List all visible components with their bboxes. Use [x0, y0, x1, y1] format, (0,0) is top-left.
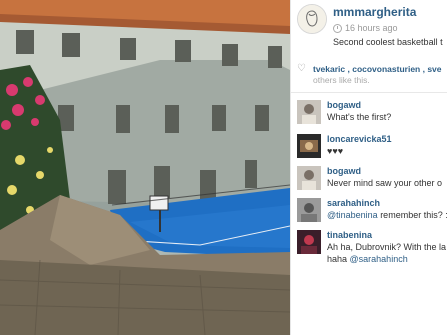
- comment-body: haha: [327, 254, 350, 264]
- avatar-image: [297, 100, 321, 124]
- avatar-image: [297, 198, 321, 222]
- divider: [291, 92, 447, 93]
- comment-username[interactable]: tinabenina: [327, 230, 372, 240]
- commenter-avatar[interactable]: [297, 230, 321, 254]
- comment-username[interactable]: bogawd: [327, 166, 361, 176]
- comment-username[interactable]: loncarevicka51: [327, 134, 392, 144]
- basketball-court-photo: [0, 0, 290, 335]
- mention-link[interactable]: @tinabenina: [327, 210, 378, 220]
- comment: sarahahinch @tinabenina remember this? :: [297, 198, 447, 234]
- comment-text: Never mind saw your other o: [327, 178, 443, 188]
- comment-text-line2: haha @sarahahinch: [327, 254, 408, 264]
- heart-icon[interactable]: ♡: [297, 63, 306, 74]
- commenter-avatar[interactable]: [297, 198, 321, 222]
- comment-text: ♥♥♥: [327, 146, 344, 156]
- post-sidebar: mmmargherita 16 hours ago Second coolest…: [290, 0, 447, 335]
- comment-text: @tinabenina remember this? :: [327, 210, 447, 220]
- commenter-avatar[interactable]: [297, 134, 321, 158]
- avatar-image: [297, 134, 321, 158]
- owner-username[interactable]: mmmargherita: [333, 5, 416, 19]
- mention-link[interactable]: @sarahahinch: [350, 254, 408, 264]
- post-timestamp: 16 hours ago: [345, 23, 398, 33]
- likers-list[interactable]: tvekaric , cocovonasturien , sve: [313, 64, 442, 74]
- comment-username[interactable]: bogawd: [327, 100, 361, 110]
- comment-text: What's the first?: [327, 112, 392, 122]
- owner-avatar[interactable]: [297, 4, 327, 34]
- avatar-image: [297, 166, 321, 190]
- post-caption: Second coolest basketball t: [333, 37, 443, 47]
- likes-section: ♡ tvekaric , cocovonasturien , sve other…: [297, 63, 447, 85]
- commenter-avatar[interactable]: [297, 166, 321, 190]
- avatar-image: [297, 230, 321, 254]
- comment: loncarevicka51 ♥♥♥: [297, 134, 447, 170]
- post-header: mmmargherita 16 hours ago Second coolest…: [297, 4, 447, 54]
- commenter-avatar[interactable]: [297, 100, 321, 124]
- post-photo[interactable]: [0, 0, 290, 335]
- comment: bogawd What's the first?: [297, 100, 447, 136]
- comment-body: remember this? :: [377, 210, 447, 220]
- comment-username[interactable]: sarahahinch: [327, 198, 380, 208]
- owner-avatar-image: [298, 5, 326, 33]
- comment: tinabenina Ah ha, Dubrovnik? With the la…: [297, 230, 447, 280]
- likes-more-text: others like this.: [313, 75, 370, 85]
- comment-text: Ah ha, Dubrovnik? With the la: [327, 242, 447, 252]
- clock-icon: [333, 24, 342, 33]
- comment: bogawd Never mind saw your other o: [297, 166, 447, 202]
